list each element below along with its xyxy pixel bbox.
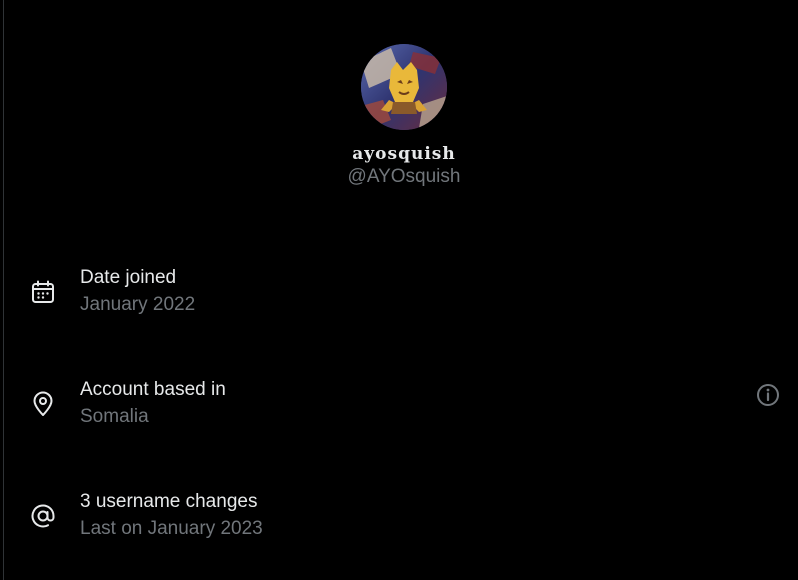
about-item-date-joined: Date joined January 2022 [0,266,798,326]
display-name: ayosquish [352,144,456,164]
about-item-username-changes: 3 username changes Last on January 2023 [0,490,798,550]
avatar[interactable] [361,44,447,130]
calendar-icon [32,280,54,303]
about-item-value: January 2022 [80,294,196,315]
user-handle: @AYOsquish [347,166,461,187]
about-item-account-based-in: Account based in Somalia [0,378,798,438]
profile-header: ayosquish @AYOsquish [0,44,798,188]
location-pin-icon [33,391,53,416]
about-item-value: Last on January 2023 [80,518,263,539]
about-item-title: 3 username changes [80,491,258,512]
at-sign-icon [31,504,55,528]
avatar-image [361,44,447,130]
info-icon[interactable] [755,382,781,408]
about-item-title: Account based in [80,379,226,400]
about-item-value: Somalia [80,406,149,427]
about-item-title: Date joined [80,267,177,288]
